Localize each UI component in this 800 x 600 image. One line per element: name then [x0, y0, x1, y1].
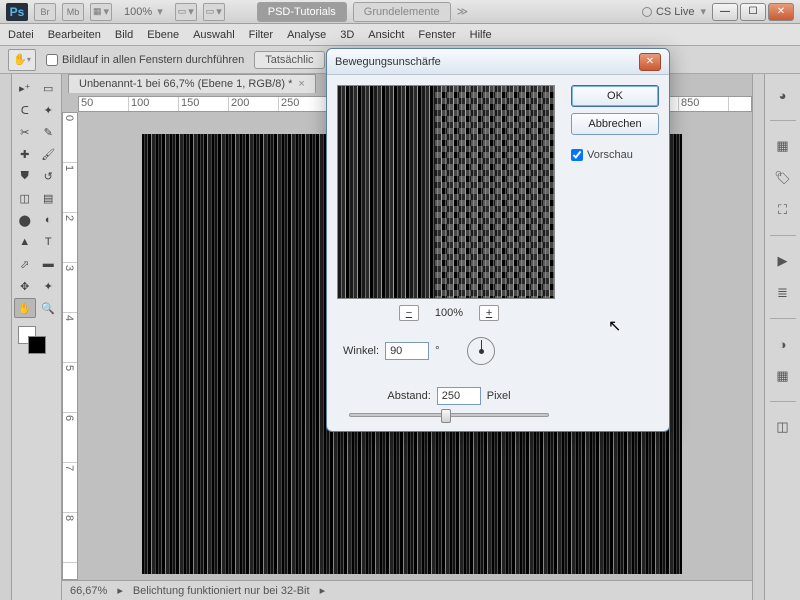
eraser-tool[interactable]: ◫	[14, 188, 36, 208]
menu-auswahl[interactable]: Auswahl	[193, 29, 235, 41]
marquee-tool[interactable]: ▭	[38, 78, 60, 98]
menu-datei[interactable]: Datei	[8, 29, 34, 41]
swatches-panel-icon[interactable]: ▦	[772, 135, 794, 157]
menu-ansicht[interactable]: Ansicht	[368, 29, 404, 41]
distance-unit: Pixel	[487, 390, 511, 402]
lasso-tool[interactable]: ᑕ	[14, 100, 36, 120]
right-gutter	[752, 74, 764, 600]
layers-panel-icon[interactable]: ◑	[772, 333, 794, 355]
color-panel-icon[interactable]: ◕	[772, 84, 794, 106]
cancel-button[interactable]: Abbrechen	[571, 113, 659, 135]
paths-panel-icon[interactable]: ◫	[772, 416, 794, 438]
system-bar: Ps Br Mb ▦▾ 100% ▾ ▭▾ ▭▾ PSD-Tutorials G…	[0, 0, 800, 24]
heal-tool[interactable]: ✚	[14, 144, 36, 164]
channels-panel-icon[interactable]: ▦	[772, 365, 794, 387]
menu-bar: Datei Bearbeiten Bild Ebene Auswahl Filt…	[0, 24, 800, 46]
dialog-close-button[interactable]: ✕	[639, 53, 661, 71]
menu-bearbeiten[interactable]: Bearbeiten	[48, 29, 101, 41]
close-window-button[interactable]: ✕	[768, 3, 794, 21]
left-gutter	[0, 74, 12, 600]
crop-tool[interactable]: ✂	[14, 122, 36, 142]
angle-input[interactable]: 90	[385, 342, 429, 360]
angle-unit: °	[435, 345, 439, 357]
maximize-button[interactable]: ☐	[740, 3, 766, 21]
dialog-titlebar[interactable]: Bewegungsunschärfe ✕	[327, 49, 669, 75]
current-tool-icon[interactable]: ✋▾	[8, 49, 36, 71]
document-tab[interactable]: Unbenannt-1 bei 66,7% (Ebene 1, RGB/8) *…	[68, 74, 316, 93]
hand-tool[interactable]: ✋	[14, 298, 36, 318]
eyedropper-tool[interactable]: ✎	[38, 122, 60, 142]
angle-dial[interactable]	[467, 337, 495, 365]
wand-tool[interactable]: ✦	[38, 100, 60, 120]
shape-tool[interactable]: ▬	[38, 254, 60, 274]
panels-dock: ◕ ▦ 🏷 ⛶ ▶ ≣ ◑ ▦ ◫	[764, 74, 800, 600]
type-tool[interactable]: T	[38, 232, 60, 252]
stamp-tool[interactable]: ⛊	[14, 166, 36, 186]
scroll-all-checkbox[interactable]: Bildlauf in allen Fenstern durchführen	[46, 54, 244, 66]
app-logo: Ps	[6, 3, 28, 21]
close-tab-icon[interactable]: ×	[298, 78, 304, 90]
preview-zoom: 100%	[435, 307, 463, 319]
actual-pixels-button[interactable]: Tatsächlic	[254, 51, 324, 69]
screen-mode-button[interactable]: ▭▾	[203, 3, 225, 21]
blur-tool[interactable]: ⬤	[14, 210, 36, 230]
motion-blur-dialog: Bewegungsunschärfe ✕ − 100% + Winkel: 90…	[326, 48, 670, 432]
vertical-ruler: 012345678	[62, 112, 78, 580]
path-tool[interactable]: ⬀	[14, 254, 36, 274]
move-tool[interactable]: ▸⁺	[14, 78, 36, 98]
bridge-button[interactable]: Br	[34, 3, 56, 21]
color-swatches[interactable]	[14, 326, 59, 354]
3d-camera-tool[interactable]: ✦	[38, 276, 60, 296]
history-panel-icon[interactable]: ▶	[772, 250, 794, 272]
menu-3d[interactable]: 3D	[340, 29, 354, 41]
minimize-button[interactable]: —	[712, 3, 738, 21]
brush-tool[interactable]: 🖌	[38, 144, 60, 164]
zoom-level[interactable]: 100% ▾	[118, 5, 169, 18]
dodge-tool[interactable]: ◐	[38, 210, 60, 230]
background-swatch[interactable]	[28, 336, 46, 354]
menu-analyse[interactable]: Analyse	[287, 29, 326, 41]
workspace-tab[interactable]: Grundelemente	[353, 2, 451, 22]
menu-fenster[interactable]: Fenster	[418, 29, 455, 41]
tools-panel: ▸⁺▭ ᑕ✦ ✂✎ ✚🖌 ⛊↺ ◫▤ ⬤◐ ▲T ⬀▬ ✥✦ ✋🔍	[12, 74, 62, 600]
3d-tool[interactable]: ✥	[14, 276, 36, 296]
layout-button[interactable]: ▦▾	[90, 3, 112, 21]
zoom-in-button[interactable]: +	[479, 305, 499, 321]
adjustments-panel-icon[interactable]: ⛶	[772, 199, 794, 221]
status-message: Belichtung funktioniert nur bei 32-Bit	[133, 585, 310, 597]
history-brush-tool[interactable]: ↺	[38, 166, 60, 186]
pen-tool[interactable]: ▲	[14, 232, 36, 252]
actions-panel-icon[interactable]: ≣	[772, 282, 794, 304]
slider-thumb[interactable]	[441, 409, 451, 423]
menu-bild[interactable]: Bild	[115, 29, 133, 41]
styles-panel-icon[interactable]: 🏷	[772, 167, 794, 189]
menu-filter[interactable]: Filter	[249, 29, 273, 41]
cslive-button[interactable]: CS Live▾	[642, 5, 706, 18]
distance-input[interactable]: 250	[437, 387, 481, 405]
menu-ebene[interactable]: Ebene	[147, 29, 179, 41]
angle-label: Winkel:	[343, 345, 379, 357]
minibridge-button[interactable]: Mb	[62, 3, 84, 21]
zoom-out-button[interactable]: −	[399, 305, 419, 321]
workspace-more-icon[interactable]: ≫	[457, 5, 469, 18]
zoom-tool[interactable]: 🔍	[38, 298, 60, 318]
view-extras-button[interactable]: ▭▾	[175, 3, 197, 21]
dialog-title: Bewegungsunschärfe	[335, 56, 639, 68]
preview-area[interactable]	[337, 85, 555, 299]
preview-checkbox[interactable]: Vorschau	[571, 149, 659, 161]
gradient-tool[interactable]: ▤	[38, 188, 60, 208]
ok-button[interactable]: OK	[571, 85, 659, 107]
status-bar: 66,67% ▸ Belichtung funktioniert nur bei…	[62, 580, 752, 600]
distance-label: Abstand:	[387, 390, 430, 402]
status-zoom[interactable]: 66,67%	[70, 585, 107, 597]
menu-hilfe[interactable]: Hilfe	[470, 29, 492, 41]
distance-slider[interactable]	[349, 413, 549, 417]
workspace-tab-active[interactable]: PSD-Tutorials	[257, 2, 347, 22]
